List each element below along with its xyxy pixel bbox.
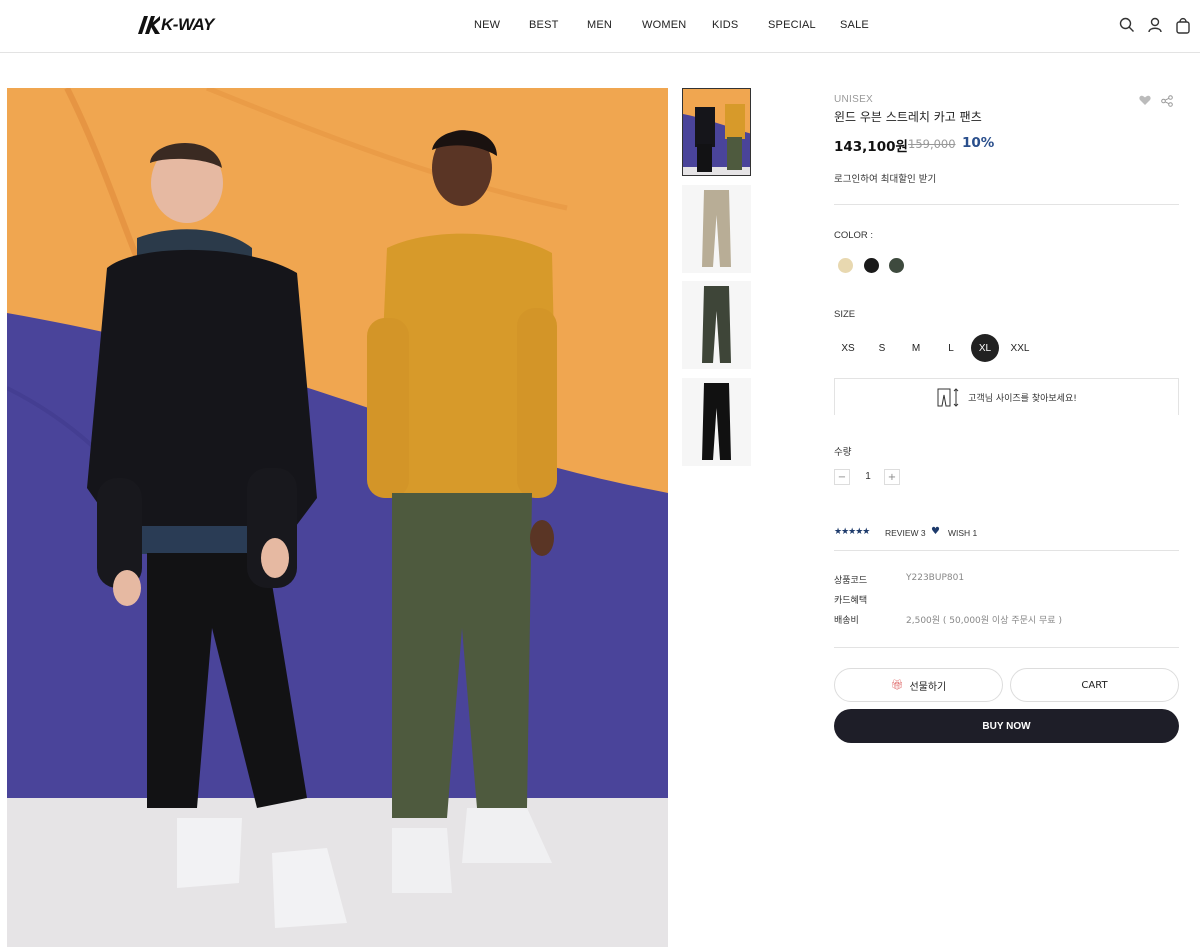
nav-best[interactable]: BEST (529, 19, 559, 31)
product-actions (1139, 95, 1173, 107)
info-value-shipping: 2,500원 ( 50,000원 이상 주문시 무료 ) (906, 616, 1062, 626)
info-key-product-code: 상품코드 (834, 576, 868, 586)
size-option-s[interactable]: S (868, 334, 896, 362)
gift-icon: 🎁︎ (890, 679, 904, 691)
thumbnail-beige-pants[interactable] (682, 185, 751, 273)
info-key-shipping: 배송비 (834, 616, 859, 626)
cart-button[interactable]: CART (1010, 668, 1179, 702)
share-icon[interactable] (1161, 95, 1173, 107)
discount-rate: 10% (962, 135, 995, 151)
cart-button-label: CART (1081, 679, 1108, 691)
size-option-m[interactable]: M (902, 334, 930, 362)
thumbnail-khaki-pants[interactable] (682, 281, 751, 369)
nav-new[interactable]: NEW (474, 19, 500, 31)
info-key-card-benefit: 카드혜택 (834, 596, 868, 606)
quantity-value[interactable]: 1 (862, 471, 874, 482)
size-label: SIZE (834, 309, 856, 320)
size-ruler-icon (937, 388, 959, 407)
thumbnail-black-pants[interactable] (682, 378, 751, 466)
buy-now-button[interactable]: BUY NOW (834, 709, 1179, 743)
product-name: 윈드 우븐 스트레치 카고 팬츠 (834, 110, 982, 124)
thumbnail-khaki-pants-image (682, 281, 751, 369)
quantity-increase-button[interactable]: + (884, 469, 900, 485)
buy-now-label: BUY NOW (982, 720, 1031, 732)
quantity-label: 수량 (834, 447, 852, 458)
color-swatch-khaki[interactable] (889, 258, 904, 273)
gift-button-label: 선물하기 (909, 681, 947, 693)
thumbnail-beige-pants-image (682, 185, 751, 273)
divider (834, 550, 1179, 551)
nav-women[interactable]: WOMEN (642, 19, 686, 31)
review-count-link[interactable]: REVIEW 3 (885, 528, 926, 538)
original-price: 159,000 (908, 137, 956, 151)
color-swatch-black[interactable] (864, 258, 879, 273)
info-value-product-code: Y223BUP801 (906, 573, 965, 583)
heart-icon[interactable] (1139, 95, 1151, 106)
divider (834, 647, 1179, 648)
divider (834, 204, 1179, 205)
size-option-xs[interactable]: XS (834, 334, 862, 362)
product-info-panel: UNISEX 윈드 우븐 스트레치 카고 팬츠 143,100원 159,000… (834, 0, 1179, 947)
thumbnail-black-pants-image (682, 378, 751, 466)
color-swatch-beige[interactable] (838, 258, 853, 273)
color-label: COLOR : (834, 230, 874, 241)
wish-count[interactable]: WISH 1 (948, 528, 977, 538)
quantity-decrease-button[interactable]: − (834, 469, 850, 485)
thumbnail-models[interactable] (682, 88, 751, 176)
gift-button[interactable]: 🎁︎ 선물하기 (834, 668, 1003, 702)
model-photo-illustration (7, 88, 668, 947)
size-option-xxl[interactable]: XXL (1006, 334, 1034, 362)
product-main-image[interactable] (7, 88, 668, 947)
product-category: UNISEX (834, 94, 874, 105)
login-discount-link[interactable]: 로그인하여 최대할인 받기 (834, 171, 936, 185)
thumbnail-models-image (683, 89, 750, 175)
size-option-l[interactable]: L (937, 334, 965, 362)
size-finder-button[interactable]: 고객님 사이즈를 찾아보세요! (834, 378, 1179, 415)
sale-price: 143,100원 (834, 139, 908, 155)
rating-stars: ★★★★★ (834, 527, 870, 537)
nav-men[interactable]: MEN (587, 19, 612, 31)
wish-heart-icon[interactable]: ♥ (931, 526, 940, 537)
size-option-xl[interactable]: XL (971, 334, 999, 362)
size-finder-label: 고객님 사이즈를 찾아보세요! (968, 393, 1077, 404)
nav-special[interactable]: SPECIAL (768, 19, 816, 31)
nav-kids[interactable]: KIDS (712, 19, 738, 31)
